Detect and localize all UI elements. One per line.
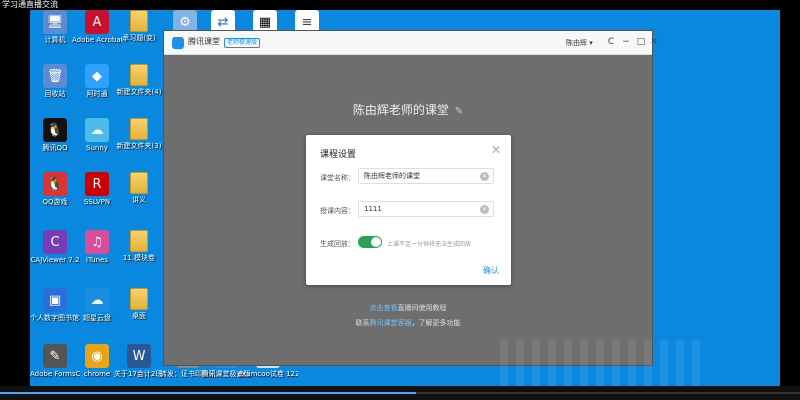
penguin-icon: 🐧 <box>43 172 67 196</box>
course-content-input[interactable]: 1111 ✕ <box>358 201 494 217</box>
folder-icon <box>130 288 148 310</box>
customer-service-link[interactable]: 腾讯课堂客服 <box>370 319 412 327</box>
confirm-button[interactable]: 确认 <box>483 265 499 276</box>
toggle-knob <box>371 237 381 247</box>
view-tutorial-link[interactable]: 点击查看 <box>370 304 398 312</box>
course-settings-dialog: 课程设置 ✕ 课堂名称： 陈由辉老师的课堂 ✕ 授课内容： 1111 ✕ 生成回… <box>306 135 511 285</box>
desktop-icon-folder-handouts[interactable]: 讲义 <box>114 172 164 204</box>
desktop-icon-folder-4[interactable]: 新建文件夹(4) <box>114 64 164 96</box>
app-edition-badge: 老师极速版 <box>224 38 261 48</box>
computer-icon: 🖥 <box>43 10 67 34</box>
tutorial-line: 点击查看直播间使用教程 <box>369 304 447 312</box>
folder-icon <box>130 230 148 252</box>
tencent-classroom-logo-icon <box>172 37 184 49</box>
word-icon: W <box>127 344 151 368</box>
desktop-icon-folder-3[interactable]: 新建文件夹(3) <box>114 118 164 150</box>
form-icon: ✎ <box>43 344 67 368</box>
chrome-icon: ◉ <box>85 344 109 368</box>
maximize-icon[interactable]: □ <box>634 35 648 49</box>
user-menu[interactable]: 陈由辉 ▾ <box>566 38 593 48</box>
close-icon[interactable]: ✕ <box>491 143 501 157</box>
desktop-icon-folder-desktop[interactable]: 桌面 <box>114 288 164 320</box>
clear-icon[interactable]: ✕ <box>480 205 489 214</box>
folder-icon <box>130 64 148 86</box>
trash-icon: 🗑 <box>43 64 67 88</box>
course-content-label: 授课内容： <box>320 207 355 215</box>
cloud-icon: ☁ <box>85 288 109 312</box>
app-name: 腾讯课堂 <box>188 37 220 46</box>
room-title: 陈由辉老师的课堂 ✎ <box>352 103 464 117</box>
replay-label: 生成回放： <box>320 240 355 248</box>
desktop: 🖥 计算机 🗑 回收站 🐧 腾讯QQ 🐧 QQ游戏 C CAJViewer 7.… <box>30 10 780 386</box>
desktop-icon-word-doc[interactable]: W 关于17会计2班学案说明… <box>114 344 164 378</box>
pdf-icon: A <box>85 10 109 34</box>
edit-icon[interactable]: ✎ <box>455 106 463 117</box>
folder-icon <box>130 10 148 32</box>
clear-icon[interactable]: ✕ <box>480 172 489 181</box>
minimize-icon[interactable]: − <box>619 35 633 49</box>
folder-icon <box>130 172 148 194</box>
chat-icon: ◆ <box>85 64 109 88</box>
penguin-icon: 🐧 <box>43 118 67 142</box>
dialog-title: 课程设置 <box>320 150 357 160</box>
contact-line: 联系腾讯课堂客服，了解更多功能 <box>355 319 461 327</box>
window-title-bar: 学习通直播交流 <box>0 0 800 10</box>
course-name-label: 课堂名称： <box>320 174 355 182</box>
tencent-classroom-window: 腾讯课堂 老师极速版 陈由辉 ▾ C − □ ✕ 陈由辉老师的课堂 ✎ 课程设置… <box>163 30 658 366</box>
document-icon: C <box>43 230 67 254</box>
music-icon: ♫ <box>85 230 109 254</box>
replay-toggle[interactable] <box>358 236 382 248</box>
replay-hint: 上课不足一分钟将无法生成回放 <box>387 241 472 248</box>
vpn-icon: R <box>85 172 109 196</box>
window-title: 学习通直播交流 <box>2 0 58 9</box>
cloud-icon: ☁ <box>85 118 109 142</box>
refresh-icon[interactable]: C <box>604 35 618 49</box>
progress-fill <box>0 392 416 394</box>
close-icon[interactable]: ✕ <box>647 35 661 49</box>
library-icon: ▣ <box>43 288 67 312</box>
folder-icon <box>130 118 148 140</box>
course-name-input[interactable]: 陈由辉老师的课堂 ✕ <box>358 168 494 184</box>
desktop-icon-folder-exercises[interactable]: 承习题(变) <box>114 10 164 42</box>
desktop-icon-folder-module[interactable]: 11.模块卷 <box>114 230 164 262</box>
app-titlebar: 腾讯课堂 老师极速版 陈由辉 ▾ C − □ ✕ <box>164 31 658 55</box>
video-progress-bar[interactable] <box>0 386 800 400</box>
